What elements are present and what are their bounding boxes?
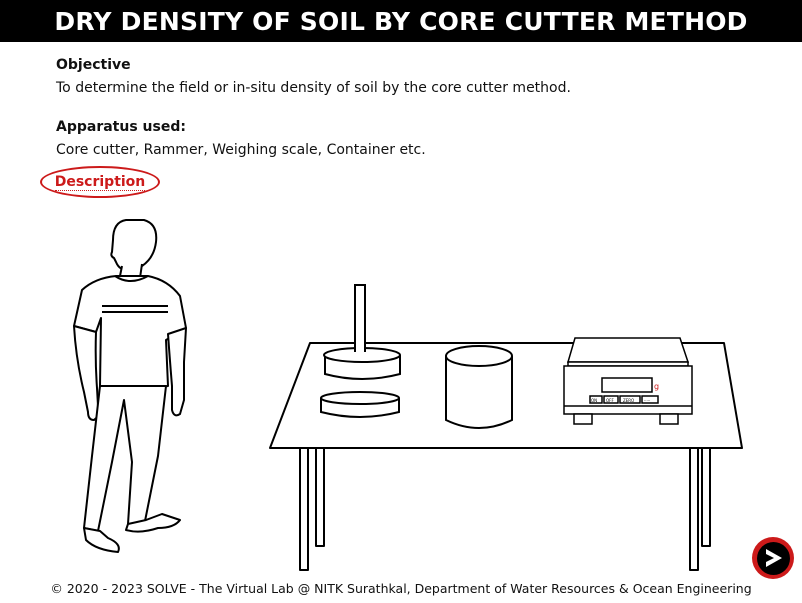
objective-heading: Objective <box>56 57 131 73</box>
scale-button-off: OFF <box>606 398 614 403</box>
container-icon <box>445 345 513 429</box>
rammer-icon <box>323 284 401 380</box>
footer-text: © 2020 - 2023 SOLVE - The Virtual Lab @ … <box>50 581 752 596</box>
scale-button-zero: ZERO <box>623 398 634 403</box>
scale-unit-label: g <box>654 382 659 391</box>
objective-text: To determine the field or in-situ densit… <box>56 80 571 96</box>
page-title-bar: DRY DENSITY OF SOIL BY CORE CUTTER METHO… <box>0 0 802 42</box>
person-figure <box>73 219 187 553</box>
next-arrow-icon <box>756 541 790 575</box>
lab-scene: g ON OFF ZERO ····· <box>73 219 743 571</box>
description-link[interactable]: Description <box>40 166 160 198</box>
apparatus-heading: Apparatus used: <box>56 119 186 135</box>
scale-button-on: ON <box>591 398 597 403</box>
apparatus-text: Core cutter, Rammer, Weighing scale, Con… <box>56 142 426 158</box>
description-link-label: Description <box>54 173 146 191</box>
page-title: DRY DENSITY OF SOIL BY CORE CUTTER METHO… <box>54 6 748 36</box>
weighing-scale <box>563 337 693 425</box>
core-cutter-icon <box>320 391 400 418</box>
scale-button-extra: ····· <box>644 398 650 403</box>
next-button[interactable] <box>752 537 794 579</box>
